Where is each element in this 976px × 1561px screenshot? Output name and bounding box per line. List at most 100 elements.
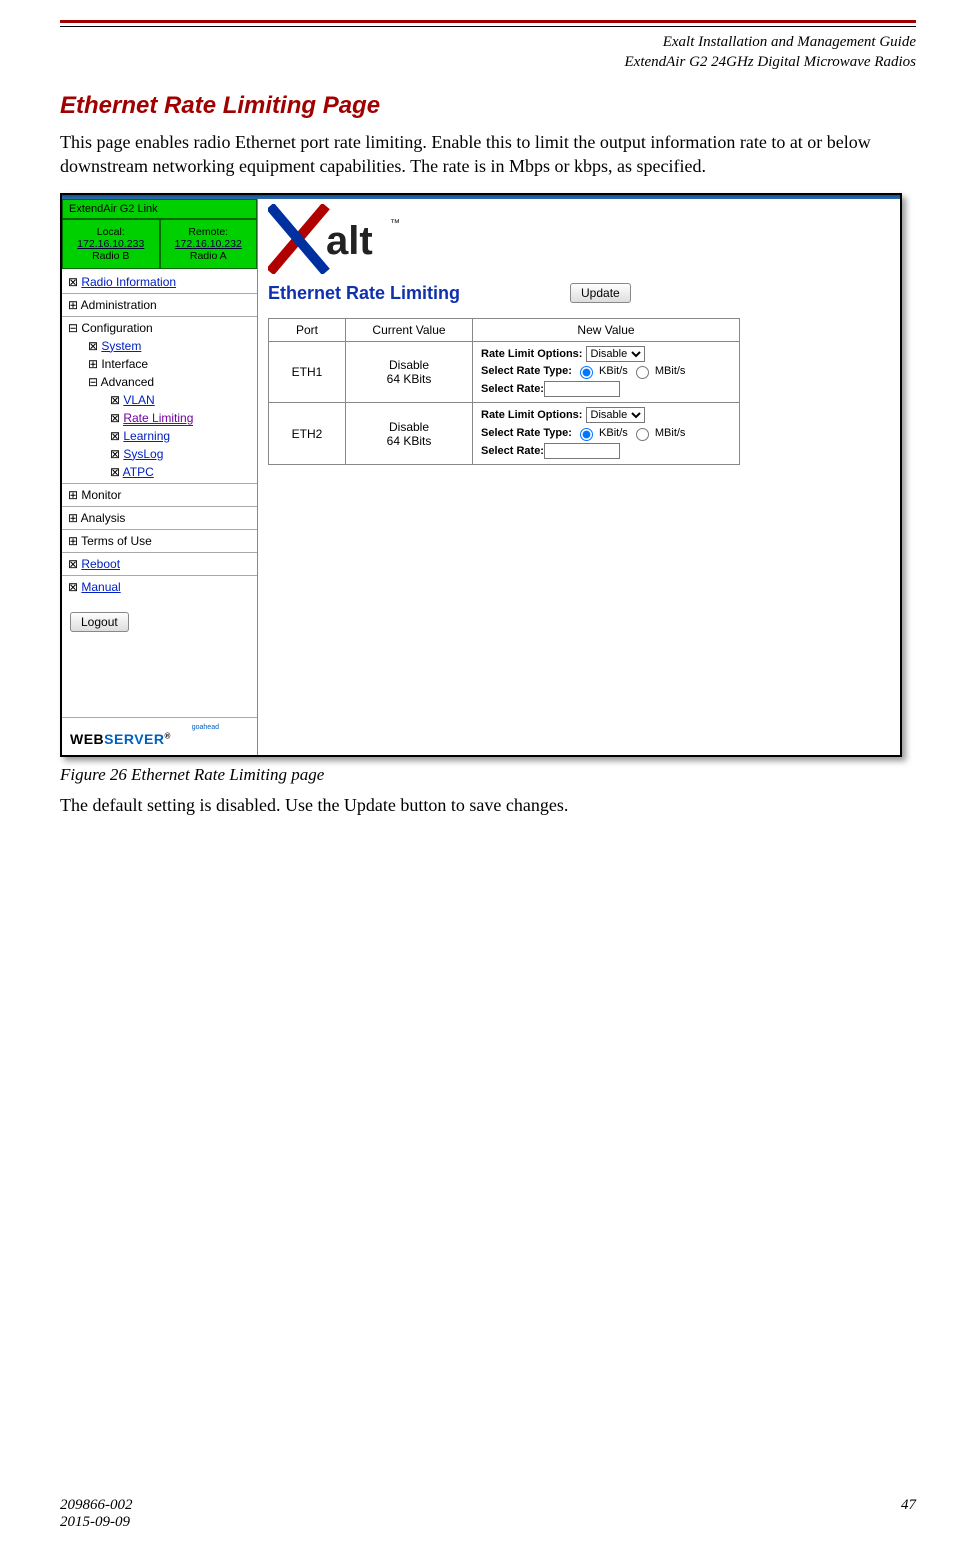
nav-interface[interactable]: ⊞ Interface (62, 355, 257, 373)
bullet-icon: ⊠ (68, 580, 78, 594)
nav-reboot-label: Reboot (81, 557, 120, 571)
footer-page: 47 (901, 1497, 916, 1531)
nav-configuration[interactable]: ⊟ Configuration (62, 319, 257, 337)
screenshot-figure: ExtendAir G2 Link Local: 172.16.10.233 R… (60, 193, 902, 757)
nav-vlan[interactable]: ⊠ VLAN (62, 391, 257, 409)
collapse-icon: ⊟ (88, 375, 98, 389)
svg-text:™: ™ (390, 218, 400, 229)
local-ip[interactable]: 172.16.10.233 (65, 238, 157, 250)
nav-rate-limiting[interactable]: ⊠ Rate Limiting (62, 409, 257, 427)
nav-radio-information-label: Radio Information (81, 275, 176, 289)
nav-administration[interactable]: ⊞ Administration (62, 296, 257, 314)
select-rate-label: Select Rate: (481, 383, 544, 395)
nav-syslog-label: SysLog (123, 447, 163, 461)
expand-icon: ⊞ (68, 511, 78, 525)
nav-tree: ⊠ Radio Information ⊞ Administration ⊟ C… (62, 269, 257, 602)
webserver-server: SERVER (104, 731, 164, 747)
nav-manual-label: Manual (81, 580, 120, 594)
nav-atpc[interactable]: ⊠ ATPC (62, 463, 257, 481)
expand-icon: ⊞ (68, 298, 78, 312)
nav-monitor[interactable]: ⊞ Monitor (62, 486, 257, 504)
nav-learning-label: Learning (123, 429, 170, 443)
bullet-icon: ⊠ (68, 557, 78, 571)
rate-type-label: Select Rate Type: (481, 365, 572, 377)
content-pane: alt ™ Ethernet Rate Limiting Update Port… (258, 199, 900, 755)
top-rule-thin (60, 26, 916, 27)
intro-paragraph: This page enables radio Ethernet port ra… (60, 130, 916, 179)
rate-limit-options-select[interactable]: Disable (586, 407, 645, 423)
svg-text:alt: alt (326, 219, 373, 263)
update-button[interactable]: Update (570, 283, 631, 303)
nav-advanced[interactable]: ⊟ Advanced (62, 373, 257, 391)
current-line2: 64 KBits (387, 434, 432, 448)
current-line1: Disable (389, 420, 429, 434)
rate-limit-options-label: Rate Limit Options: (481, 409, 582, 421)
rate-limit-options-select[interactable]: Disable (586, 346, 645, 362)
current-cell: Disable 64 KBits (346, 341, 473, 403)
kbit-radio[interactable] (580, 428, 593, 441)
new-value-cell: Rate Limit Options: Disable Select Rate … (473, 341, 740, 403)
mbit-radio[interactable] (636, 428, 649, 441)
kbit-label: KBit/s (599, 427, 628, 439)
nav-advanced-label: Advanced (101, 375, 154, 389)
bullet-icon: ⊠ (110, 393, 120, 407)
page-footer: 209866-002 2015-09-09 47 (60, 1497, 916, 1531)
table-row: ETH2 Disable 64 KBits Rate Limit Options… (269, 403, 740, 465)
nav-terms[interactable]: ⊞ Terms of Use (62, 532, 257, 550)
nav-configuration-label: Configuration (81, 321, 152, 335)
webserver-web: WEB (70, 731, 104, 747)
nav-analysis-label: Analysis (81, 511, 126, 525)
port-cell: ETH1 (269, 341, 346, 403)
remote-ip[interactable]: 172.16.10.232 (163, 238, 255, 250)
current-line2: 64 KBits (387, 372, 432, 386)
logout-button[interactable]: Logout (70, 612, 129, 632)
bullet-icon: ⊠ (88, 339, 98, 353)
collapse-icon: ⊟ (68, 321, 78, 335)
mbit-label: MBit/s (655, 427, 686, 439)
nav-syslog[interactable]: ⊠ SysLog (62, 445, 257, 463)
link-banner: ExtendAir G2 Link (62, 199, 257, 219)
table-row: ETH1 Disable 64 KBits Rate Limit Options… (269, 341, 740, 403)
expand-icon: ⊞ (68, 534, 78, 548)
bullet-icon: ⊠ (110, 411, 120, 425)
new-value-cell: Rate Limit Options: Disable Select Rate … (473, 403, 740, 465)
rate-limit-table: Port Current Value New Value ETH1 Disabl… (268, 318, 740, 466)
kbit-radio[interactable] (580, 366, 593, 379)
local-radio-box[interactable]: Local: 172.16.10.233 Radio B (62, 219, 160, 269)
figure-caption: Figure 26 Ethernet Rate Limiting page (60, 765, 916, 785)
col-port: Port (269, 318, 346, 341)
sidebar: ExtendAir G2 Link Local: 172.16.10.233 R… (62, 199, 258, 755)
nav-radio-information[interactable]: ⊠ Radio Information (62, 273, 257, 291)
remote-radio-box[interactable]: Remote: 172.16.10.232 Radio A (160, 219, 258, 269)
nav-interface-label: Interface (101, 357, 148, 371)
nav-learning[interactable]: ⊠ Learning (62, 427, 257, 445)
select-rate-input[interactable] (544, 443, 620, 459)
port-cell: ETH2 (269, 403, 346, 465)
nav-analysis[interactable]: ⊞ Analysis (62, 509, 257, 527)
nav-atpc-label: ATPC (123, 465, 154, 479)
remote-name: Radio A (190, 250, 227, 262)
header-line2: ExtendAir G2 24GHz Digital Microwave Rad… (60, 53, 916, 73)
webserver-small: goahead (70, 724, 219, 731)
remote-label: Remote: (188, 226, 228, 238)
footer-docnum: 209866-002 (60, 1497, 133, 1514)
after-figure-paragraph: The default setting is disabled. Use the… (60, 793, 916, 817)
nav-rate-limiting-label: Rate Limiting (123, 411, 193, 426)
section-heading: Ethernet Rate Limiting Page (60, 92, 916, 120)
nav-manual[interactable]: ⊠ Manual (62, 578, 257, 596)
bullet-icon: ⊠ (110, 429, 120, 443)
page-title: Ethernet Rate Limiting (268, 283, 460, 304)
local-label: Local: (97, 226, 125, 238)
exalt-logo: alt ™ (268, 204, 428, 274)
rate-type-label: Select Rate Type: (481, 427, 572, 439)
bullet-icon: ⊠ (110, 447, 120, 461)
current-cell: Disable 64 KBits (346, 403, 473, 465)
nav-monitor-label: Monitor (81, 488, 121, 502)
mbit-radio[interactable] (636, 366, 649, 379)
nav-reboot[interactable]: ⊠ Reboot (62, 555, 257, 573)
header-line1: Exalt Installation and Management Guide (60, 33, 916, 53)
select-rate-input[interactable] (544, 381, 620, 397)
current-line1: Disable (389, 358, 429, 372)
webserver-badge: goahead WEBSERVER® (62, 717, 257, 755)
nav-system[interactable]: ⊠ System (62, 337, 257, 355)
